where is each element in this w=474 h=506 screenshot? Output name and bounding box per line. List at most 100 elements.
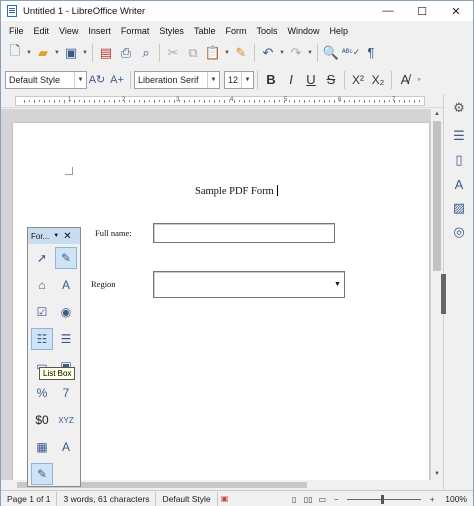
design-mode-icon[interactable]: ✎ xyxy=(55,247,77,269)
menu-file[interactable]: File xyxy=(4,26,29,36)
ruler-scale[interactable]: 1 2 3 4 5 6 7 xyxy=(15,96,425,106)
update-style-icon[interactable]: A↻ xyxy=(87,69,107,91)
font-name-select[interactable]: Liberation Serif ▼ xyxy=(134,70,220,89)
multi-page-view-icon[interactable]: ▯▯ xyxy=(301,492,315,506)
bold-icon[interactable]: B xyxy=(261,69,281,91)
close-window-button[interactable]: ✕ xyxy=(439,1,473,21)
paste-dropdown-icon[interactable]: ▼ xyxy=(223,42,231,64)
numerical-field-icon[interactable]: 7 xyxy=(55,382,77,404)
scroll-up-icon[interactable]: ▲ xyxy=(431,109,443,119)
save-icon[interactable]: ▣ xyxy=(61,42,81,64)
menu-styles[interactable]: Styles xyxy=(154,26,189,36)
menu-table[interactable]: Table xyxy=(189,26,221,36)
menu-help[interactable]: Help xyxy=(324,26,353,36)
form-controls-header[interactable]: For... ▼ ✕ xyxy=(28,228,80,244)
label-icon[interactable]: ⌂ xyxy=(31,274,53,296)
sidebar-collapse-handle[interactable] xyxy=(441,274,446,314)
document-modified-icon[interactable]: ▣ xyxy=(218,492,232,506)
list-box-icon[interactable]: ☷ xyxy=(31,328,53,350)
formatting-toolbar: Default Style ▼ A↻ A+ Liberation Serif ▼… xyxy=(1,66,473,93)
undo-icon[interactable]: ↶ xyxy=(258,42,278,64)
open-folder-icon[interactable]: ▰ xyxy=(33,42,53,64)
properties-icon[interactable]: ☰ xyxy=(449,126,469,146)
paste-icon[interactable]: 📋 xyxy=(203,42,223,64)
close-icon[interactable]: ✕ xyxy=(63,231,71,242)
text-box-icon[interactable]: A xyxy=(55,274,77,296)
gallery-icon[interactable]: ▨ xyxy=(449,198,469,218)
print-preview-icon[interactable]: ⌕ xyxy=(136,42,156,64)
ruler-tick xyxy=(244,100,245,103)
redo-dropdown-icon[interactable]: ▼ xyxy=(306,42,314,64)
undo-dropdown-icon[interactable]: ▼ xyxy=(278,42,286,64)
export-pdf-icon[interactable]: ▤ xyxy=(96,42,116,64)
chevron-down-icon[interactable]: ▼ xyxy=(241,71,253,88)
new-document-icon[interactable]: 🗋 xyxy=(5,42,25,64)
styles-icon[interactable]: A xyxy=(449,174,469,194)
zoom-slider-knob[interactable] xyxy=(381,494,385,504)
strikethrough-icon[interactable]: S xyxy=(321,69,341,91)
subscript-icon[interactable]: X₂ xyxy=(368,69,388,91)
more-options-icon[interactable]: » xyxy=(415,69,423,91)
formatting-marks-icon[interactable]: ¶ xyxy=(361,42,381,64)
page-icon[interactable]: ▯ xyxy=(449,150,469,170)
pattern-field-icon[interactable]: XYZ xyxy=(55,409,77,431)
document-heading[interactable]: Sample PDF Form xyxy=(195,185,278,197)
table-control-icon[interactable]: ▦ xyxy=(31,436,53,458)
more-controls-icon[interactable]: ✎ xyxy=(31,463,53,485)
chevron-down-icon[interactable]: ▼ xyxy=(207,71,219,88)
chevron-down-icon[interactable]: ▼ xyxy=(332,273,343,296)
sidebar-settings-icon[interactable]: ⚙ xyxy=(449,98,469,118)
clone-formatting-icon[interactable]: ✎ xyxy=(231,42,251,64)
superscript-icon[interactable]: X² xyxy=(348,69,368,91)
open-dropdown-icon[interactable]: ▼ xyxy=(53,42,61,64)
save-dropdown-icon[interactable]: ▼ xyxy=(81,42,89,64)
zoom-slider[interactable] xyxy=(347,494,422,504)
scroll-down-icon[interactable]: ▼ xyxy=(431,469,443,479)
copy-icon[interactable]: ⧉ xyxy=(183,42,203,64)
print-icon[interactable]: ⎙ xyxy=(116,42,136,64)
redo-icon[interactable]: ↷ xyxy=(286,42,306,64)
paragraph-style-select[interactable]: Default Style ▼ xyxy=(5,70,87,89)
ruler-tick xyxy=(184,100,185,103)
menu-format[interactable]: Format xyxy=(116,26,155,36)
menu-tools[interactable]: Tools xyxy=(251,26,282,36)
menu-view[interactable]: View xyxy=(54,26,83,36)
find-replace-icon[interactable]: 🔍 xyxy=(321,42,341,64)
minimize-button[interactable]: — xyxy=(371,1,405,21)
underline-icon[interactable]: U xyxy=(301,69,321,91)
region-list-box[interactable]: ▼ xyxy=(153,271,345,298)
new-dropdown-icon[interactable]: ▼ xyxy=(25,42,33,64)
book-view-icon[interactable]: ▭ xyxy=(315,492,329,506)
select-icon[interactable]: ➚ xyxy=(31,247,53,269)
new-style-icon[interactable]: A+ xyxy=(107,69,127,91)
menu-form[interactable]: Form xyxy=(220,26,251,36)
clear-formatting-icon[interactable]: A̸ xyxy=(395,69,415,91)
chevron-down-icon[interactable]: ▼ xyxy=(53,233,59,239)
formatted-field-icon[interactable]: % xyxy=(31,382,53,404)
combo-box-icon[interactable]: ☰ xyxy=(55,328,77,350)
text-field-icon[interactable]: A xyxy=(55,436,77,458)
chevron-down-icon[interactable]: ▼ xyxy=(74,71,86,88)
option-button-icon[interactable]: ◉ xyxy=(55,301,77,323)
menu-insert[interactable]: Insert xyxy=(83,26,116,36)
navigator-icon[interactable]: ◎ xyxy=(449,222,469,242)
spelling-icon[interactable]: ᴬᴮᶜ✓ xyxy=(341,42,361,64)
page-style[interactable]: Default Style xyxy=(156,491,218,506)
currency-field-icon[interactable]: $0 xyxy=(31,409,53,431)
single-page-view-icon[interactable]: ▯ xyxy=(287,492,301,506)
menu-window[interactable]: Window xyxy=(282,26,324,36)
cut-icon[interactable]: ✂ xyxy=(163,42,183,64)
font-size-select[interactable]: 12 ▼ xyxy=(224,70,254,89)
full-name-text-box[interactable] xyxy=(153,223,335,243)
zoom-out-icon[interactable]: − xyxy=(329,492,343,506)
ruler-tick xyxy=(254,100,255,103)
checkbox-icon[interactable]: ☑ xyxy=(31,301,53,323)
vertical-scroll-thumb[interactable] xyxy=(433,121,441,271)
page-count[interactable]: Page 1 of 1 xyxy=(1,491,58,506)
menu-edit[interactable]: Edit xyxy=(29,26,55,36)
zoom-in-icon[interactable]: + xyxy=(425,492,439,506)
italic-icon[interactable]: I xyxy=(281,69,301,91)
zoom-level[interactable]: 100% xyxy=(439,494,473,504)
word-count[interactable]: 3 words, 61 characters xyxy=(57,491,157,506)
maximize-button[interactable]: ☐ xyxy=(405,1,439,21)
